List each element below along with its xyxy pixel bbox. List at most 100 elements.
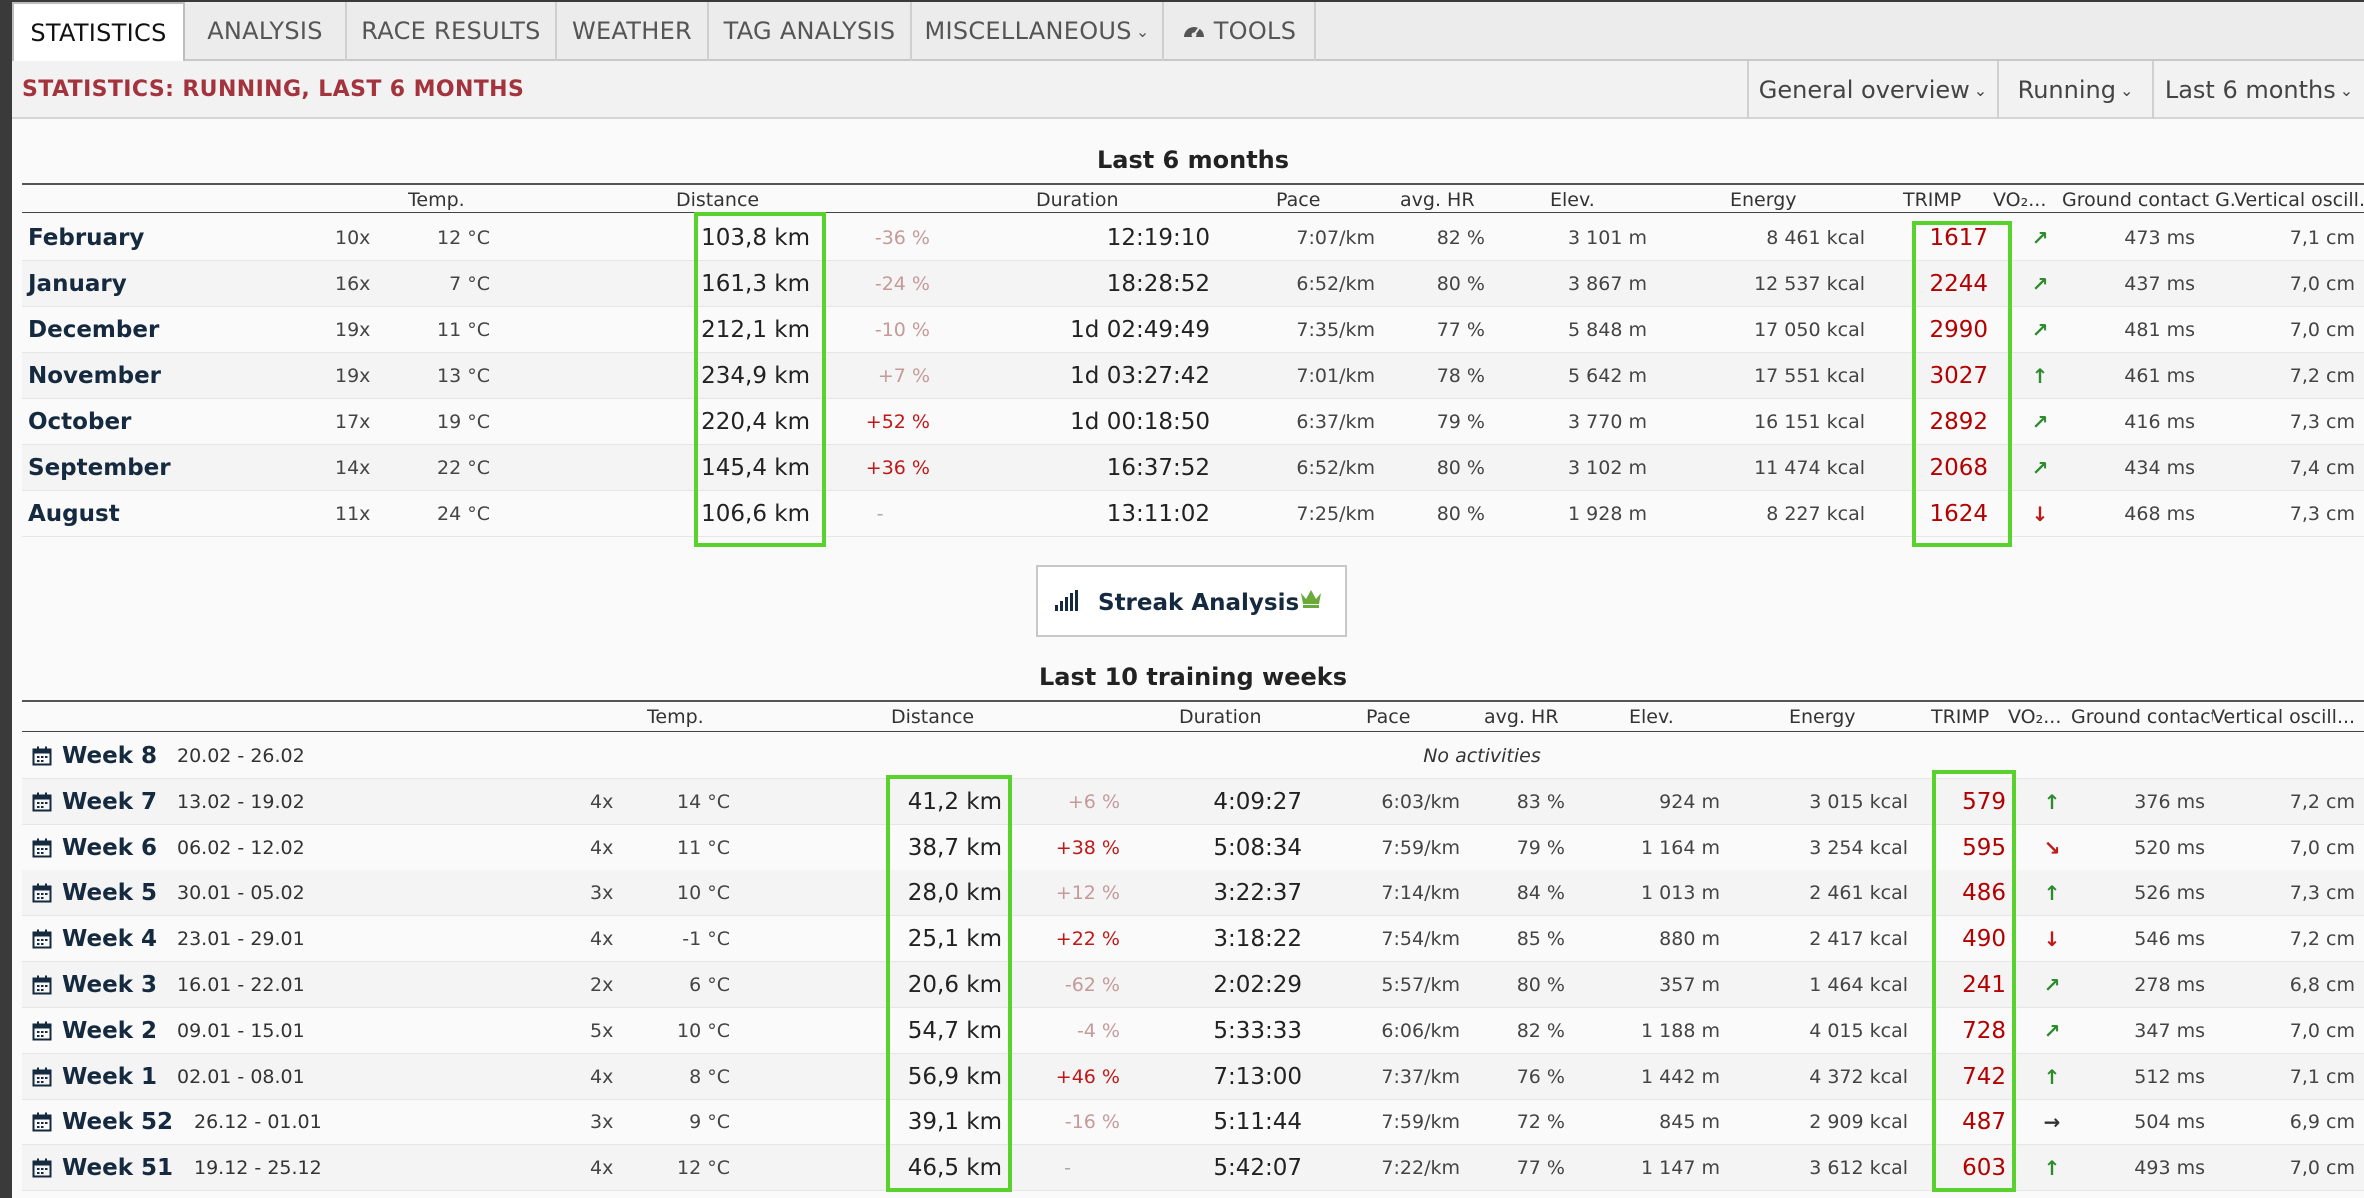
column-header-duration: Duration	[1036, 189, 1119, 211]
duration-value: 5:33:33	[1213, 1017, 1302, 1044]
chevron-down-icon: ⌄	[1973, 81, 1988, 100]
elevation-value: 1 147 m	[1641, 1157, 1720, 1180]
duration-value: 2:02:29	[1213, 972, 1302, 998]
pace-value: 6:52/km	[1296, 273, 1375, 295]
months-caption: Last 6 months	[1096, 146, 1290, 174]
table-row[interactable]: October 17x 19 °C 220,4 km +52 % 1d 00:18:50 6…	[22, 399, 2364, 445]
dropdown-label: Running	[2017, 76, 2116, 104]
vertical-oscillation-value: 7,2 cm	[2289, 928, 2355, 951]
avg-hr-value: 83 %	[1516, 790, 1565, 813]
temperature: 10 °C	[677, 1019, 730, 1042]
pace-value: 6:37/km	[1296, 411, 1375, 433]
week-dates: 19.12 - 25.12	[194, 1157, 322, 1180]
energy-value: 2 909 kcal	[1809, 1111, 1908, 1134]
tab-statistics[interactable]: STATISTICS	[12, 2, 185, 62]
week-dates: 06.02 - 12.02	[177, 836, 305, 859]
vo2-trend-up-arrow-icon: ↑	[2043, 789, 2061, 814]
table-top-rule	[22, 183, 2364, 185]
vo2-trend-down-arrow-icon: ↓	[2043, 927, 2061, 952]
column-header-pace: Pace	[1366, 706, 1411, 728]
calendar-icon	[32, 746, 52, 766]
tab-analysis[interactable]: ANALYSIS	[185, 2, 347, 62]
main-tabbar: STATISTICS ANALYSIS RACE RESULTS WEATHER…	[12, 2, 2364, 62]
table-row[interactable]: January 16x 7 °C 161,3 km -24 % 18:28:52 6:52/…	[22, 261, 2364, 307]
pace-value: 5:57/km	[1381, 974, 1460, 996]
table-row[interactable]: September 14x 22 °C 145,4 km +36 % 16:37:52 6:…	[22, 445, 2364, 491]
table-row[interactable]: November 19x 13 °C 234,9 km +7 % 1d 03:27:42 7…	[22, 353, 2364, 399]
pace-value: 6:06/km	[1381, 1019, 1460, 1042]
activity-count: 19x	[335, 319, 371, 341]
ground-contact-value: 347 ms	[2134, 1019, 2205, 1042]
avg-hr-value: 72 %	[1516, 1111, 1565, 1134]
view-dropdown[interactable]: General overview ⌄	[1747, 61, 1997, 119]
temperature: 9 °C	[689, 1111, 730, 1134]
week-label[interactable]: Week 52	[62, 1099, 212, 1145]
activity-count: 4x	[590, 1157, 614, 1180]
chevron-down-icon: ⌄	[2339, 81, 2354, 100]
activity-count: 5x	[590, 1019, 614, 1042]
elevation-value: 1 188 m	[1641, 1019, 1720, 1042]
week-label[interactable]: Week 51	[62, 1145, 212, 1191]
pace-value: 7:59/km	[1381, 1111, 1460, 1134]
tab-race-results[interactable]: RACE RESULTS	[347, 2, 557, 62]
energy-value: 17 050 kcal	[1754, 319, 1865, 341]
duration-value: 1d 00:18:50	[1070, 409, 1210, 435]
duration-value: 3:22:37	[1213, 880, 1302, 907]
table-row[interactable]: December 19x 11 °C 212,1 km -10 % 1d 02:49:49…	[22, 307, 2364, 353]
duration-value: 16:37:52	[1106, 455, 1210, 481]
tab-weather[interactable]: WEATHER	[557, 2, 709, 62]
tab-tools[interactable]: TOOLS	[1164, 2, 1316, 62]
ground-contact-value: 504 ms	[2134, 1111, 2205, 1134]
pace-value: 7:14/km	[1381, 882, 1460, 905]
avg-hr-value: 77 %	[1436, 319, 1485, 341]
avg-hr-value: 82 %	[1436, 227, 1485, 249]
month-label: September	[28, 455, 171, 481]
energy-value: 3 612 kcal	[1809, 1157, 1908, 1180]
calendar-icon	[32, 1158, 52, 1178]
column-header-pace: Pace	[1276, 189, 1321, 211]
duration-value: 1d 02:49:49	[1070, 317, 1210, 343]
calendar-icon	[32, 792, 52, 812]
table-row[interactable]: August 11x 24 °C 106,6 km -13:11:02 7:25/km 80…	[22, 491, 2364, 537]
vo2-trend-up-right-arrow-icon: ↗	[2031, 226, 2049, 250]
column-header-vo2: VO₂...	[1993, 189, 2047, 211]
temperature: 11 °C	[677, 836, 730, 859]
column-header-duration: Duration	[1179, 706, 1262, 728]
vo2-trend-up-right-arrow-icon: ↗	[2043, 973, 2061, 997]
activity-count: 10x	[335, 227, 371, 249]
table-row[interactable]: February 10x 12 °C 103,8 km -36 % 12:19:10 7:0…	[22, 215, 2364, 261]
duration-value: 7:13:00	[1213, 1063, 1302, 1090]
energy-value: 1 464 kcal	[1809, 974, 1908, 996]
vertical-oscillation-value: 7,1 cm	[2289, 227, 2355, 249]
timerange-dropdown[interactable]: Last 6 months ⌄	[2152, 61, 2364, 119]
tab-tag-analysis[interactable]: TAG ANALYSIS	[709, 2, 912, 62]
elevation-value: 845 m	[1659, 1111, 1720, 1134]
temperature: 7 °C	[449, 273, 490, 295]
temperature: 12 °C	[677, 1157, 730, 1180]
energy-value: 2 461 kcal	[1809, 882, 1908, 905]
column-header-trimp: TRIMP	[1903, 189, 1962, 211]
temperature: 12 °C	[437, 227, 490, 249]
week-dates: 02.01 - 08.01	[177, 1065, 305, 1088]
energy-value: 12 537 kcal	[1754, 273, 1865, 295]
streak-label: Streak Analysis	[1098, 590, 1300, 616]
streak-analysis-button[interactable]: Streak Analysis	[1036, 565, 1347, 637]
column-header-trimp: TRIMP	[1931, 706, 1990, 728]
header-rule	[22, 731, 2364, 732]
avg-hr-value: 80 %	[1516, 974, 1565, 996]
activity-count: 11x	[335, 503, 371, 525]
duration-value: 4:09:27	[1213, 788, 1302, 815]
vertical-oscillation-value: 7,1 cm	[2289, 1065, 2355, 1088]
pace-value: 7:07/km	[1296, 227, 1375, 249]
pace-value: 7:59/km	[1381, 836, 1460, 859]
duration-value: 5:08:34	[1213, 834, 1302, 861]
speedometer-icon	[1183, 27, 1204, 38]
energy-value: 16 151 kcal	[1754, 411, 1865, 433]
ground-contact-value: 520 ms	[2134, 836, 2205, 859]
distance-change: +38 %	[1055, 836, 1120, 859]
tab-miscellaneous[interactable]: MISCELLANEOUS ⌄	[912, 2, 1164, 62]
temperature: 14 °C	[677, 790, 730, 813]
distance-change: -16 %	[1064, 1111, 1120, 1134]
temperature: 6 °C	[689, 974, 730, 996]
sport-dropdown[interactable]: Running ⌄	[1997, 61, 2152, 119]
